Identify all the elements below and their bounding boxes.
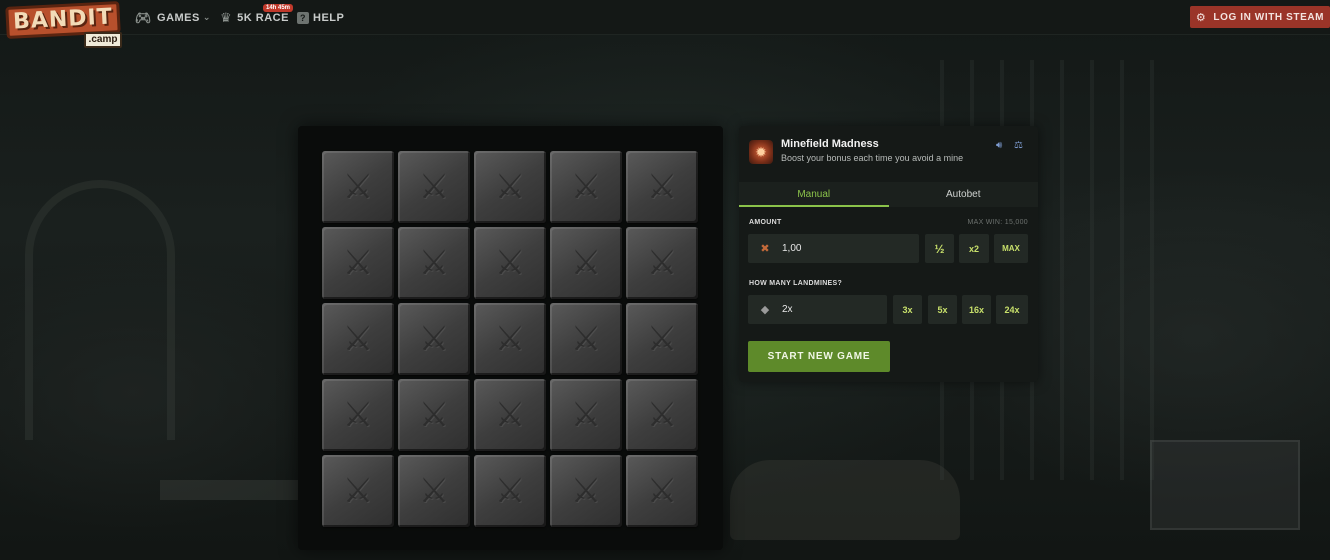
top-header: BANDIT .camp 🎮︎ GAMES ⌄ ♛ 5K RACE 14h 45… xyxy=(0,0,1330,48)
mine-tile[interactable]: ⚔ xyxy=(626,227,698,299)
race-timer-badge: 14h 45m xyxy=(263,4,294,12)
crossed-swords-icon: ⚔ xyxy=(646,244,678,282)
mine-tile[interactable]: ⚔ xyxy=(474,227,546,299)
bet-panel: ✹ Minefield Madness Boost your bonus eac… xyxy=(739,126,1038,382)
logo-domain: .camp xyxy=(84,32,122,48)
crossed-swords-icon: ⚔ xyxy=(646,472,678,510)
crossed-swords-icon: ⚔ xyxy=(570,396,602,434)
mine-tile[interactable]: ⚔ xyxy=(398,227,470,299)
crossed-swords-icon: ⚔ xyxy=(342,472,374,510)
nav-help-label: HELP xyxy=(313,11,345,24)
minefield-game-icon: ✹ xyxy=(749,140,773,164)
crossed-swords-icon: ⚔ xyxy=(646,396,678,434)
game-subtitle: Boost your bonus each time you avoid a m… xyxy=(781,153,964,163)
landmines-label: HOW MANY LANDMINES? xyxy=(749,280,843,287)
game-title: Minefield Madness xyxy=(781,138,879,150)
mine-tile[interactable]: ⚔ xyxy=(550,227,622,299)
mines-3x-button[interactable]: 3x xyxy=(893,295,922,324)
background-crate xyxy=(1150,440,1300,530)
fairness-icon[interactable]: ⚖︎ xyxy=(1014,140,1023,151)
mines-24x-button[interactable]: 24x xyxy=(996,295,1028,324)
mine-tile[interactable]: ⚔ xyxy=(474,303,546,375)
tile-grid: ⚔ ⚔ ⚔ ⚔ ⚔ ⚔ ⚔ ⚔ ⚔ ⚔ ⚔ ⚔ ⚔ ⚔ ⚔ ⚔ ⚔ ⚔ ⚔ ⚔ ⚔ ⚔ ⚔ ⚔ ⚔ xyxy=(322,151,698,527)
mode-tabs: Manual Autobet xyxy=(739,182,1038,207)
crossed-swords-icon: ⚔ xyxy=(646,168,678,206)
max-win-label: MAX WIN: 15,000 xyxy=(967,219,1028,226)
mine-tile[interactable]: ⚔ xyxy=(398,379,470,451)
question-icon: ? xyxy=(297,11,309,24)
chevron-down-icon: ⌄ xyxy=(202,12,211,22)
minefield-board: ⚔ ⚔ ⚔ ⚔ ⚔ ⚔ ⚔ ⚔ ⚔ ⚔ ⚔ ⚔ ⚔ ⚔ ⚔ ⚔ ⚔ ⚔ ⚔ ⚔ ⚔ ⚔ ⚔ ⚔ ⚔ xyxy=(298,126,723,550)
mine-tile[interactable]: ⚔ xyxy=(322,303,394,375)
mine-tile[interactable]: ⚔ xyxy=(626,379,698,451)
max-button[interactable]: MAX xyxy=(994,234,1028,263)
landmine-icon: ◆ xyxy=(760,304,770,316)
tab-autobet[interactable]: Autobet xyxy=(889,182,1039,207)
nav-race-label: 5K RACE xyxy=(237,11,289,24)
nav-games-label: GAMES xyxy=(157,11,200,24)
crossed-swords-icon: ⚔ xyxy=(570,320,602,358)
crossed-swords-icon: ⚔ xyxy=(418,320,450,358)
crossed-swords-icon: ⚔ xyxy=(494,244,526,282)
crossed-swords-icon: ⚔ xyxy=(342,244,374,282)
start-new-game-button[interactable]: START NEW GAME xyxy=(748,341,890,372)
game-header: ✹ Minefield Madness Boost your bonus eac… xyxy=(739,126,1038,181)
mine-tile[interactable]: ⚔ xyxy=(398,151,470,223)
mine-tile[interactable]: ⚔ xyxy=(322,227,394,299)
amount-value: 1,00 xyxy=(782,243,802,254)
crossed-swords-icon: ⚔ xyxy=(418,168,450,206)
mine-tile[interactable]: ⚔ xyxy=(474,151,546,223)
tab-manual[interactable]: Manual xyxy=(739,182,889,207)
nav-games[interactable]: 🎮︎ GAMES ⌄ xyxy=(135,0,211,35)
background-table xyxy=(160,480,300,500)
mine-tile[interactable]: ⚔ xyxy=(322,379,394,451)
gamepad-icon: 🎮︎ xyxy=(135,9,153,25)
crossed-swords-icon: ⚔ xyxy=(494,396,526,434)
landmines-input[interactable]: ◆ 2x xyxy=(748,295,887,324)
amount-input[interactable]: ✖ 1,00 xyxy=(748,234,919,263)
background-arch xyxy=(25,180,175,440)
crossed-swords-icon: ⚔ xyxy=(494,472,526,510)
nav-help[interactable]: ? HELP xyxy=(297,0,344,35)
crossed-swords-icon: ⚔ xyxy=(494,168,526,206)
crossed-swords-icon: ⚔ xyxy=(570,168,602,206)
mine-tile[interactable]: ⚔ xyxy=(398,455,470,527)
mine-tile[interactable]: ⚔ xyxy=(322,151,394,223)
crossed-swords-icon: ⚔ xyxy=(646,320,678,358)
mine-tile[interactable]: ⚔ xyxy=(550,151,622,223)
crossed-swords-icon: ⚔ xyxy=(494,320,526,358)
crossed-swords-icon: ⚔ xyxy=(570,244,602,282)
amount-label: AMOUNT xyxy=(749,219,782,226)
mine-tile[interactable]: ⚔ xyxy=(626,151,698,223)
mines-16x-button[interactable]: 16x xyxy=(962,295,991,324)
mine-tile[interactable]: ⚔ xyxy=(550,455,622,527)
mine-tile[interactable]: ⚔ xyxy=(474,455,546,527)
coin-icon: ✖ xyxy=(760,243,770,255)
steam-icon: ⚙ xyxy=(1195,11,1207,24)
mine-tile[interactable]: ⚔ xyxy=(626,303,698,375)
half-button[interactable]: ½ xyxy=(925,234,954,263)
crossed-swords-icon: ⚔ xyxy=(418,244,450,282)
mine-tile[interactable]: ⚔ xyxy=(550,379,622,451)
landmines-value: 2x xyxy=(782,304,793,315)
login-steam-button[interactable]: ⚙ LOG IN WITH STEAM xyxy=(1190,6,1330,28)
login-label: LOG IN WITH STEAM xyxy=(1213,11,1325,23)
crossed-swords-icon: ⚔ xyxy=(342,168,374,206)
mine-tile[interactable]: ⚔ xyxy=(626,455,698,527)
crown-icon: ♛ xyxy=(220,9,233,25)
sound-icon[interactable]: 🔊︎ xyxy=(996,140,1002,151)
mine-tile[interactable]: ⚔ xyxy=(398,303,470,375)
crossed-swords-icon: ⚔ xyxy=(418,472,450,510)
background-sandbags xyxy=(730,460,960,540)
crossed-swords-icon: ⚔ xyxy=(342,396,374,434)
mines-5x-button[interactable]: 5x xyxy=(928,295,957,324)
mine-tile[interactable]: ⚔ xyxy=(474,379,546,451)
crossed-swords-icon: ⚔ xyxy=(418,396,450,434)
crossed-swords-icon: ⚔ xyxy=(342,320,374,358)
crossed-swords-icon: ⚔ xyxy=(570,472,602,510)
mine-tile[interactable]: ⚔ xyxy=(550,303,622,375)
double-button[interactable]: x2 xyxy=(959,234,989,263)
site-logo[interactable]: BANDIT .camp xyxy=(5,1,122,48)
mine-tile[interactable]: ⚔ xyxy=(322,455,394,527)
